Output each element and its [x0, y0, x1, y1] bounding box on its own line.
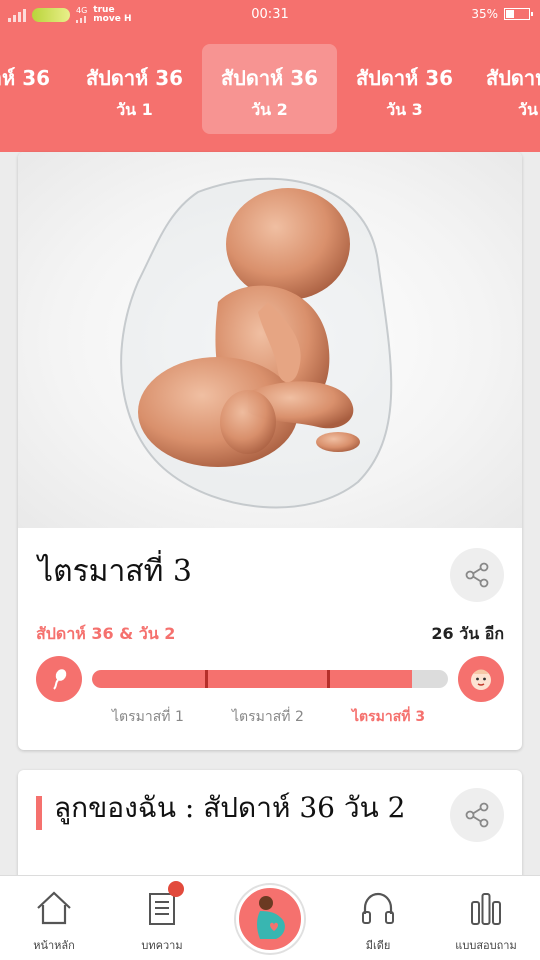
nav-articles-label: บทความ	[141, 939, 183, 952]
week-day-tabs: สัปดาห์ 36 สัปดาห์ 36 วัน 1 สัปดาห์ 36 ว…	[0, 30, 540, 152]
week-day-label: สัปดาห์ 36 & วัน 2	[36, 624, 176, 643]
trimester-label-3: ไตรมาสที่ 3	[352, 709, 426, 725]
tab-label: สัปดาห์ 36	[0, 66, 51, 90]
baby-info-card: ลูกของฉัน : สัปดาห์ 36 วัน 2	[18, 770, 522, 890]
share-button[interactable]	[450, 548, 504, 602]
tab-week-36-day-1[interactable]: สัปดาห์ 36 วัน 1	[67, 44, 202, 134]
nav-survey-label: แบบสอบถาม	[455, 939, 517, 952]
tab-label: สัปดาห์ 36	[85, 66, 184, 90]
trimester-divider	[205, 670, 208, 688]
trimester-divider	[327, 670, 330, 688]
baby-card-title: ลูกของฉัน : สัปดาห์ 36 วัน 2	[54, 791, 406, 824]
pregnancy-center-button[interactable]	[236, 885, 304, 953]
nav-articles[interactable]: บทความ	[108, 876, 216, 960]
trimester-title: ไตรมาสที่ 3	[38, 554, 193, 589]
nav-survey[interactable]: แบบสอบถาม	[432, 876, 540, 960]
tab-week-36-day-2[interactable]: สัปดาห์ 36 วัน 2	[202, 44, 337, 134]
tab-sublabel: วัน 3	[386, 100, 423, 119]
fetus-illustration	[18, 152, 522, 528]
battery-icon	[504, 8, 533, 20]
status-right: 35%	[471, 7, 533, 21]
tab-sublabel: วัน 1	[116, 100, 153, 119]
nav-home-label: หน้าหลัก	[33, 939, 75, 952]
clock: 00:31	[251, 7, 289, 22]
title-accent-bar	[36, 796, 42, 830]
bar-chart-icon	[471, 893, 501, 925]
tab-week-36[interactable]: สัปดาห์ 36	[0, 44, 69, 134]
nav-media[interactable]: มีเดีย	[324, 876, 432, 960]
battery-percent: 35%	[471, 7, 498, 21]
tab-label: สัปดาห์ 36	[220, 66, 319, 90]
home-icon	[37, 891, 71, 925]
status-bar: 4G true move H 00:31 35%	[0, 0, 540, 30]
pregnancy-progress-bar	[92, 670, 448, 688]
share-icon	[465, 562, 489, 588]
trimester-label-2: ไตรมาสที่ 2	[232, 709, 304, 725]
tab-sublabel: วัน 2	[251, 100, 288, 119]
tab-label: สัปดาห์	[486, 66, 540, 90]
nav-home[interactable]: หน้าหลัก	[0, 876, 108, 960]
tab-next[interactable]: สัปดาห์ วัน	[472, 44, 540, 134]
baby-face-icon	[458, 656, 504, 702]
share-button[interactable]	[450, 788, 504, 842]
bottom-navigation: หน้าหลัก บทความ มีเดีย แบบสอบถาม	[0, 875, 540, 960]
tab-label: สัปดาห์ 36	[355, 66, 454, 90]
share-icon	[465, 802, 489, 828]
trimester-label-1: ไตรมาสที่ 1	[112, 709, 184, 725]
fetus-image	[120, 177, 393, 509]
nav-media-label: มีเดีย	[365, 939, 391, 952]
tab-sublabel: วัน	[518, 100, 538, 119]
progress-fill	[92, 670, 413, 688]
pregnant-woman-icon	[257, 896, 285, 939]
days-remaining: 26 วัน อีก	[431, 624, 504, 643]
tab-week-36-day-3[interactable]: สัปดาห์ 36 วัน 3	[337, 44, 472, 134]
notification-badge	[168, 881, 184, 897]
sperm-icon	[36, 656, 82, 702]
headphones-icon	[362, 892, 394, 924]
trimester-card: ไตรมาสที่ 3 สัปดาห์ 36 & วัน 2 26 วัน อี…	[18, 152, 522, 750]
